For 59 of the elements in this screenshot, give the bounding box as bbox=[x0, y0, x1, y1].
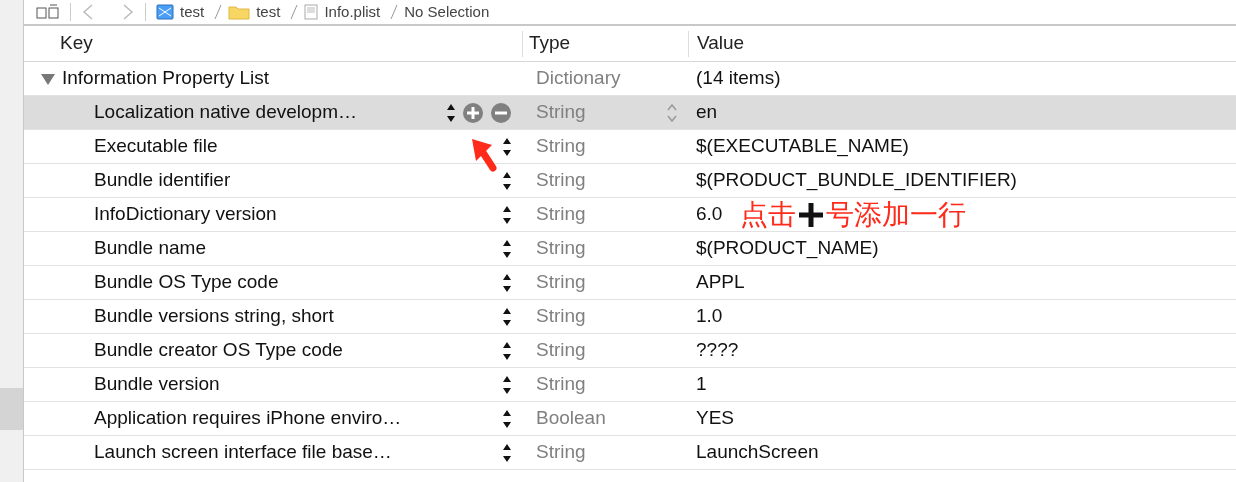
key-text: Bundle name bbox=[94, 236, 206, 261]
type-text: String bbox=[536, 304, 586, 329]
value-text: APPL bbox=[695, 270, 745, 295]
add-icon[interactable] bbox=[462, 101, 484, 124]
project-icon bbox=[156, 4, 174, 20]
key-text: Localization native developm… bbox=[94, 100, 357, 125]
value-text: LaunchScreen bbox=[695, 440, 819, 465]
type-text: String bbox=[536, 236, 586, 261]
separator-icon bbox=[390, 4, 399, 20]
arrow-annotation bbox=[470, 137, 498, 173]
breadcrumb-item[interactable]: test bbox=[180, 0, 205, 24]
key-text: Bundle versions string, short bbox=[94, 304, 334, 329]
remove-icon[interactable] bbox=[490, 101, 512, 124]
type-text: String bbox=[536, 440, 586, 465]
key-text: Executable file bbox=[94, 134, 218, 159]
disclosure-triangle-icon[interactable] bbox=[40, 71, 56, 86]
key-text: Bundle identifier bbox=[94, 168, 231, 193]
separator-icon bbox=[290, 4, 299, 20]
value-text: (14 items) bbox=[695, 66, 781, 91]
value-text: 1.0 bbox=[695, 304, 723, 329]
type-text: Dictionary bbox=[536, 66, 621, 91]
key-text: Bundle OS Type code bbox=[94, 270, 279, 295]
key-text: Bundle creator OS Type code bbox=[94, 338, 343, 363]
value-text: $(PRODUCT_BUNDLE_IDENTIFIER) bbox=[695, 168, 1017, 193]
breadcrumb-item[interactable]: test bbox=[256, 0, 281, 24]
plus-icon bbox=[798, 200, 825, 229]
breadcrumb-item[interactable]: Info.plist bbox=[324, 0, 381, 24]
table-row[interactable]: Localization native developm… String en bbox=[24, 96, 1236, 130]
value-text: 1 bbox=[695, 372, 707, 397]
type-text: String bbox=[536, 270, 586, 295]
column-header[interactable]: Type bbox=[523, 29, 688, 58]
type-text: Boolean bbox=[536, 406, 606, 431]
key-text: InfoDictionary version bbox=[94, 202, 277, 227]
value-text: en bbox=[695, 100, 718, 125]
grid-icon[interactable] bbox=[36, 4, 60, 20]
column-header[interactable]: Key bbox=[24, 29, 522, 58]
key-text: Application requires iPhone enviro… bbox=[94, 406, 402, 431]
value-text: $(PRODUCT_NAME) bbox=[695, 236, 879, 261]
value-text: ???? bbox=[695, 338, 739, 363]
value-text: $(EXECUTABLE_NAME) bbox=[695, 134, 909, 159]
type-text: String bbox=[536, 134, 586, 159]
separator-icon bbox=[214, 4, 223, 20]
annotation-text: 号添加一行 bbox=[826, 200, 967, 229]
breadcrumb-item[interactable]: No Selection bbox=[404, 0, 490, 24]
type-text: String bbox=[536, 338, 586, 363]
type-text: String bbox=[536, 100, 586, 125]
type-text: String bbox=[536, 372, 586, 397]
column-header[interactable]: Value bbox=[689, 29, 745, 58]
folder-icon bbox=[228, 4, 251, 20]
value-text: 6.0 bbox=[695, 202, 723, 227]
type-text: String bbox=[536, 202, 586, 227]
key-text: Information Property List bbox=[62, 66, 269, 91]
value-text: YES bbox=[695, 406, 735, 431]
file-icon bbox=[304, 4, 319, 20]
key-text: Bundle version bbox=[94, 372, 220, 397]
type-text: String bbox=[536, 168, 586, 193]
key-text: Launch screen interface file base… bbox=[94, 440, 392, 465]
annotation-text: 点击 bbox=[740, 200, 797, 229]
table-row[interactable]: InfoDictionary version String 6.0 点击 号添加一行 bbox=[24, 198, 1236, 232]
